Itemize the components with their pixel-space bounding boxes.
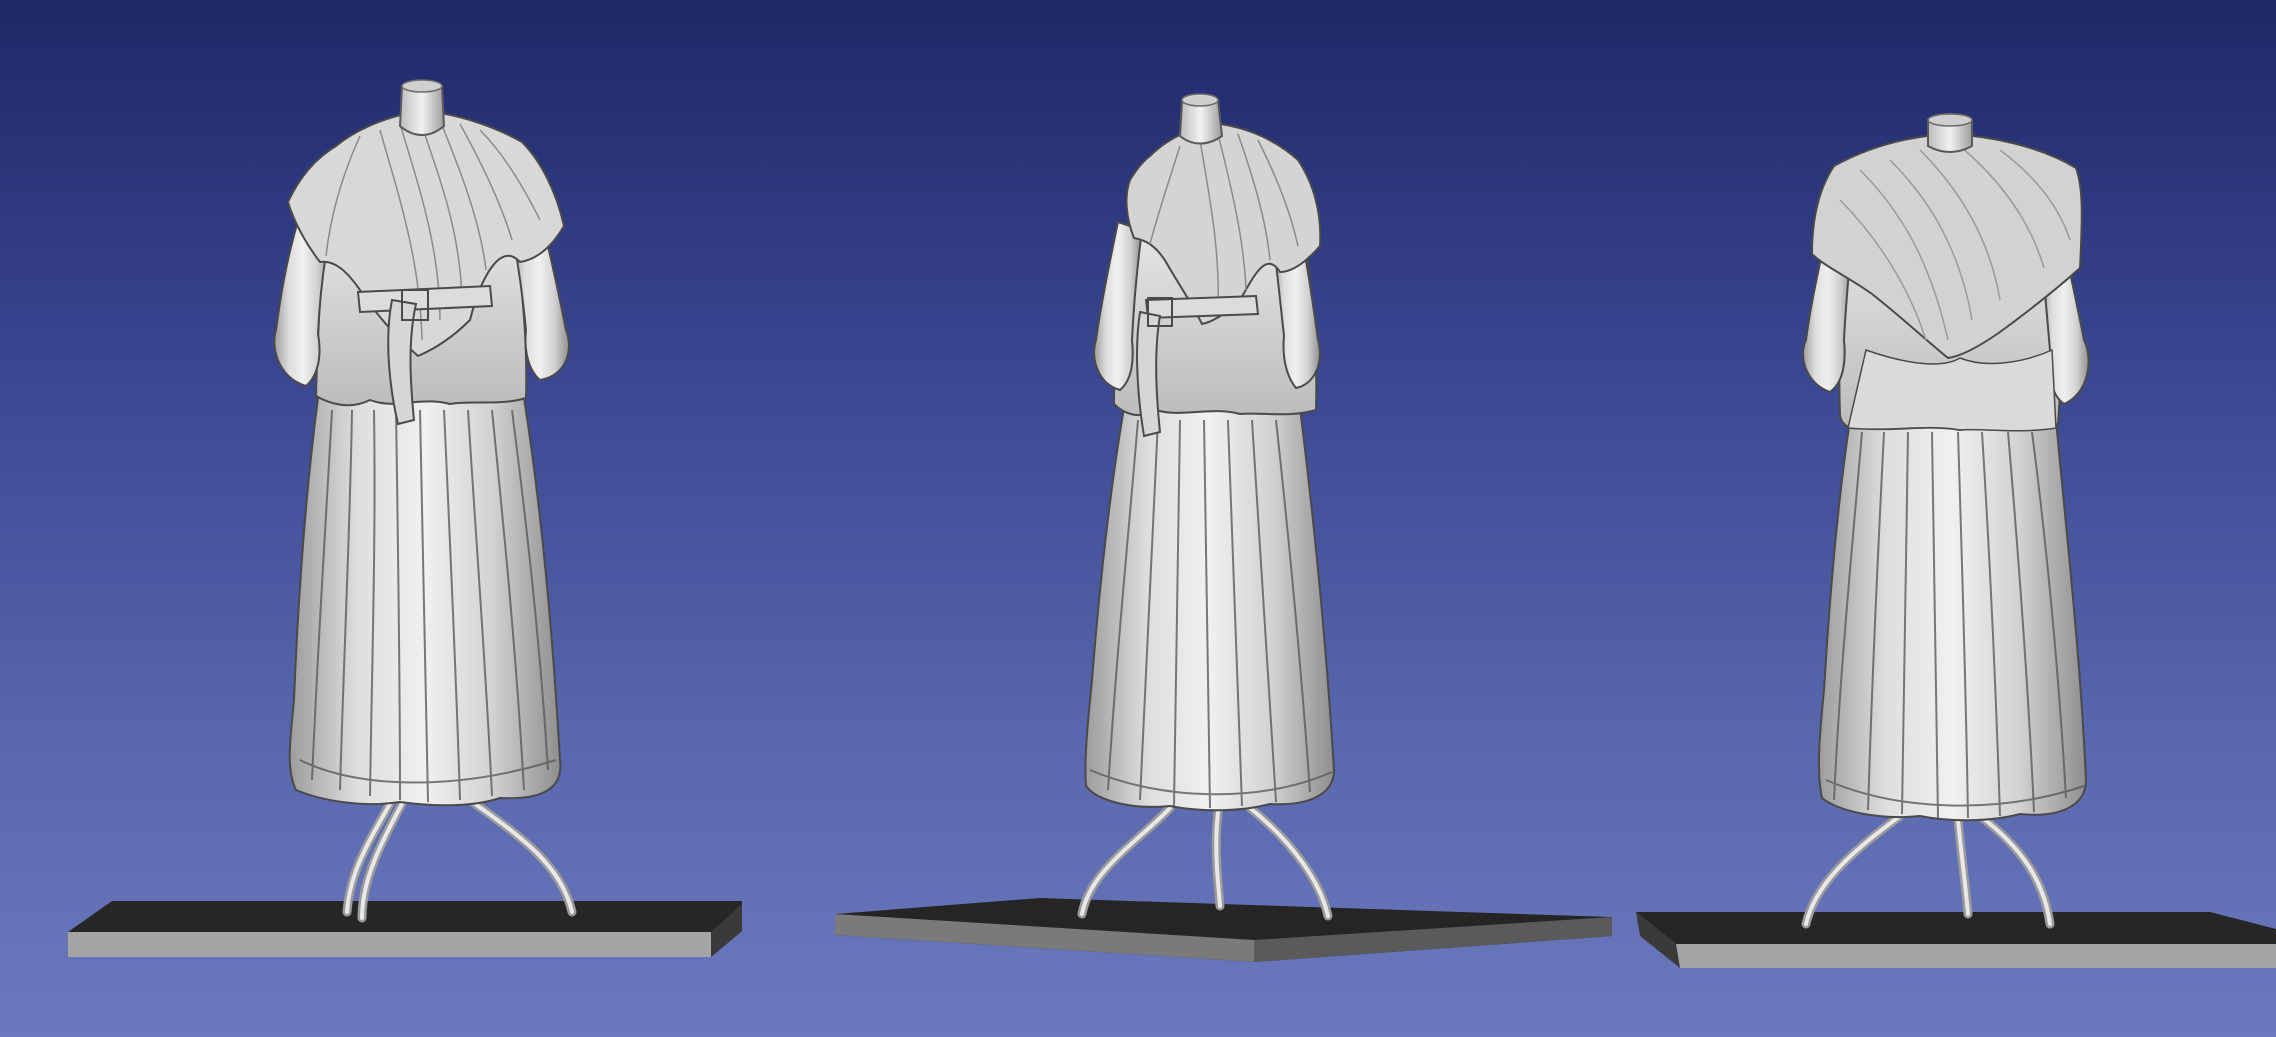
mannequin-back-view[interactable] <box>1636 113 2276 968</box>
mannequin-three-quarter-view[interactable] <box>835 93 1612 962</box>
display-base <box>68 901 742 957</box>
3d-viewport[interactable] <box>0 0 2276 1037</box>
display-base <box>1636 912 2276 968</box>
skirt <box>1817 419 2088 822</box>
stand-legs <box>1801 811 2055 929</box>
render-scene <box>68 79 2276 968</box>
mannequin-front-view[interactable] <box>68 79 742 957</box>
skirt <box>288 397 562 807</box>
belt <box>1144 294 1260 320</box>
stand-legs <box>1077 803 1333 921</box>
peplum <box>1847 348 2057 432</box>
